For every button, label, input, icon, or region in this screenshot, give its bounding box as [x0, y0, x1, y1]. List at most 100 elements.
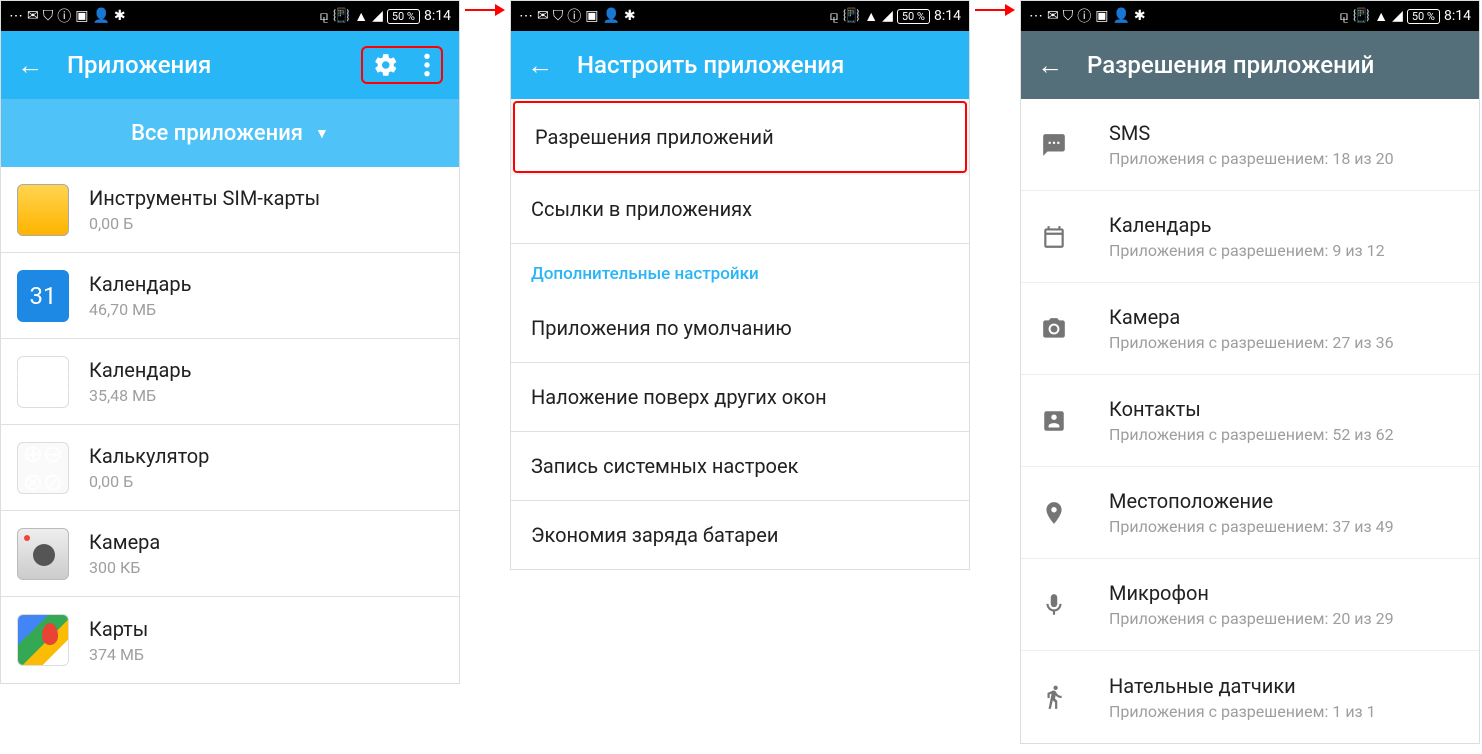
notif-icon: ⋯	[9, 8, 23, 24]
perm-name: SMS	[1109, 121, 1394, 145]
setting-battery-opt[interactable]: Экономия заряда батареи	[511, 501, 969, 569]
perm-camera[interactable]: Камера Приложения с разрешением: 27 из 3…	[1021, 283, 1479, 375]
vibrate-icon: 📳	[1353, 8, 1370, 24]
app-row[interactable]: ⊕⊖⊗⊘ Калькулятор 0,00 Б	[1, 425, 459, 511]
perm-sub: Приложения с разрешением: 18 из 20	[1109, 149, 1394, 168]
back-button[interactable]: ←	[527, 50, 553, 81]
bt-icon: ⚼	[1339, 8, 1349, 24]
clock: 8:14	[1444, 8, 1471, 24]
apps-list: Инструменты SIM-карты 0,00 Б 31 Календар…	[1, 167, 459, 683]
app-name: Карты	[89, 617, 148, 641]
chevron-down-icon: ▼	[315, 125, 329, 142]
screen-apps: ⋯ ✉ ⛉ ⓘ ▣ 👤 ✱ ⚼ 📳 ▲ ◢ 50 % 8:14 ← Прилож…	[0, 0, 460, 684]
calendar-alt-icon: ⋮⋮⋮	[17, 356, 69, 408]
notif-icon: ⋯	[519, 8, 533, 24]
vibrate-icon: 📳	[843, 8, 860, 24]
wifi-icon: ▲	[1374, 8, 1388, 25]
bt-icon: ⚼	[829, 8, 839, 24]
app-size: 374 МБ	[89, 645, 148, 664]
settings-list: Разрешения приложений Ссылки в приложени…	[511, 99, 969, 569]
perm-sub: Приложения с разрешением: 20 из 29	[1109, 609, 1394, 628]
perm-sub: Приложения с разрешением: 9 из 12	[1109, 241, 1385, 260]
overflow-icon[interactable]	[423, 52, 431, 78]
actions-highlight	[361, 46, 443, 84]
app-name: Календарь	[89, 272, 191, 296]
incognito-icon: 👤	[602, 8, 619, 24]
perm-sub: Приложения с разрешением: 1 из 1	[1109, 702, 1376, 721]
perm-name: Контакты	[1109, 397, 1394, 421]
filter-dropdown[interactable]: Все приложения ▼	[1, 99, 459, 167]
flow-arrow	[970, 0, 1020, 20]
back-button[interactable]: ←	[1037, 50, 1063, 81]
app-row[interactable]: 31 Календарь 46,70 МБ	[1, 253, 459, 339]
mic-icon	[1041, 592, 1081, 618]
perm-name: Календарь	[1109, 213, 1385, 237]
app-name: Камера	[89, 530, 160, 554]
perm-sub: Приложения с разрешением: 27 из 36	[1109, 333, 1394, 352]
clock: 8:14	[934, 8, 961, 24]
camera-icon	[17, 528, 69, 580]
shield-icon: ⛉	[553, 8, 564, 24]
app-name: Инструменты SIM-карты	[89, 186, 320, 210]
info-icon: ⓘ	[1077, 6, 1091, 26]
app-row[interactable]: Камера 300 КБ	[1, 511, 459, 597]
perm-location[interactable]: Местоположение Приложения с разрешением:…	[1021, 467, 1479, 559]
perm-contacts[interactable]: Контакты Приложения с разрешением: 52 из…	[1021, 375, 1479, 467]
perm-body-sensors[interactable]: Нательные датчики Приложения с разрешени…	[1021, 651, 1479, 743]
section-header-advanced: Дополнительные настройки	[511, 244, 969, 294]
flow-arrow	[460, 0, 510, 20]
setting-overlay[interactable]: Наложение поверх других окон	[511, 363, 969, 432]
ast-icon: ✱	[114, 8, 126, 24]
status-bar: ⋯ ✉ ⛉ ⓘ ▣ 👤 ✱ ⚼ 📳 ▲ ◢ 50 % 8:14	[1021, 1, 1479, 31]
app-size: 300 КБ	[89, 558, 160, 577]
notif-icon: ⋯	[1029, 8, 1043, 24]
maps-icon	[17, 614, 69, 666]
app-row[interactable]: Карты 374 МБ	[1, 597, 459, 683]
contacts-icon	[1041, 408, 1081, 434]
setting-app-links[interactable]: Ссылки в приложениях	[511, 175, 969, 244]
image-icon: ▣	[585, 8, 598, 24]
vibrate-icon: 📳	[333, 8, 350, 24]
app-row[interactable]: Инструменты SIM-карты 0,00 Б	[1, 167, 459, 253]
shield-icon: ⛉	[1063, 8, 1074, 24]
app-name: Календарь	[89, 358, 191, 382]
ast-icon: ✱	[1134, 8, 1146, 24]
app-size: 0,00 Б	[89, 472, 209, 491]
body-sensor-icon	[1041, 684, 1081, 710]
perm-name: Камера	[1109, 305, 1394, 329]
perm-calendar[interactable]: Календарь Приложения с разрешением: 9 из…	[1021, 191, 1479, 283]
app-row[interactable]: ⋮⋮⋮ Календарь 35,48 МБ	[1, 339, 459, 425]
wifi-icon: ▲	[864, 8, 878, 25]
app-bar: ← Разрешения приложений	[1021, 31, 1479, 99]
app-name: Калькулятор	[89, 444, 209, 468]
setting-app-permissions[interactable]: Разрешения приложений	[513, 101, 967, 173]
incognito-icon: 👤	[92, 8, 109, 24]
image-icon: ▣	[1095, 8, 1108, 24]
app-size: 35,48 МБ	[89, 386, 191, 405]
info-icon: ⓘ	[567, 6, 581, 26]
filter-label: Все приложения	[131, 121, 303, 146]
setting-write-system[interactable]: Запись системных настроек	[511, 432, 969, 501]
sms-icon	[1041, 132, 1081, 158]
clock: 8:14	[424, 8, 451, 24]
status-bar: ⋯ ✉ ⛉ ⓘ ▣ 👤 ✱ ⚼ 📳 ▲ ◢ 50 % 8:14	[1, 1, 459, 31]
mail-icon: ✉	[537, 8, 549, 24]
perm-name: Местоположение	[1109, 489, 1394, 513]
gear-icon[interactable]	[373, 52, 399, 78]
info-icon: ⓘ	[57, 6, 71, 26]
mail-icon: ✉	[27, 8, 39, 24]
page-title: Разрешения приложений	[1087, 51, 1463, 79]
image-icon: ▣	[75, 8, 88, 24]
mail-icon: ✉	[1047, 8, 1059, 24]
perm-name: Нательные датчики	[1109, 674, 1376, 698]
perm-sms[interactable]: SMS Приложения с разрешением: 18 из 20	[1021, 99, 1479, 191]
app-bar: ← Настроить приложения	[511, 31, 969, 99]
incognito-icon: 👤	[1112, 8, 1129, 24]
ast-icon: ✱	[624, 8, 636, 24]
perm-microphone[interactable]: Микрофон Приложения с разрешением: 20 из…	[1021, 559, 1479, 651]
page-title: Приложения	[67, 51, 361, 79]
setting-default-apps[interactable]: Приложения по умолчанию	[511, 294, 969, 363]
screen-configure-apps: ⋯ ✉ ⛉ ⓘ ▣ 👤 ✱ ⚼ 📳 ▲ ◢ 50 % 8:14 ← Настро…	[510, 0, 970, 570]
back-button[interactable]: ←	[17, 50, 43, 81]
signal-icon: ◢	[372, 8, 383, 24]
